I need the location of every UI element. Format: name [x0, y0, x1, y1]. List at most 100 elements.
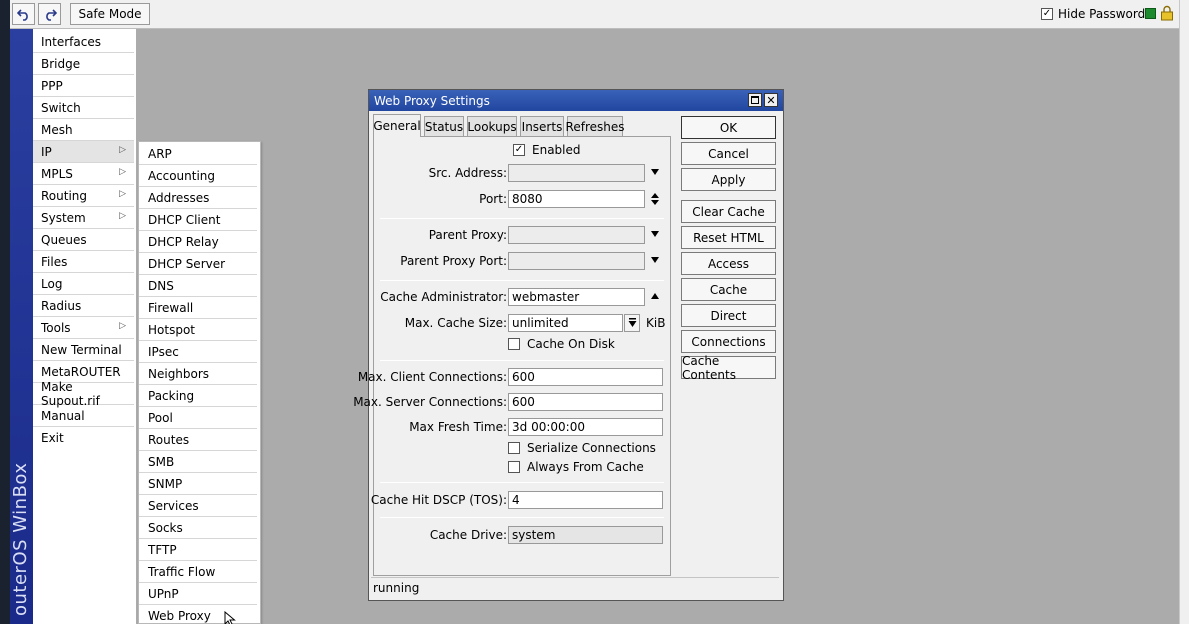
cache-on-disk-checkbox[interactable]: [508, 338, 520, 350]
submenu-item-label: ARP: [148, 146, 172, 161]
menu-item-label: Switch: [41, 100, 81, 115]
max-fresh-time-field[interactable]: 3d 00:00:00: [508, 418, 663, 436]
parent-proxy-port-field[interactable]: [508, 252, 645, 270]
menu-item-exit[interactable]: Exit: [33, 427, 134, 449]
max-cache-size-dropdown[interactable]: [624, 314, 640, 332]
port-field[interactable]: 8080: [508, 190, 645, 208]
cache-administrator-label: Cache Administrator:: [380, 290, 507, 304]
submenu-item-dhcp-relay[interactable]: DHCP Relay: [139, 231, 257, 253]
tab-general[interactable]: General: [373, 114, 421, 137]
clear-cache-button[interactable]: Clear Cache: [681, 200, 776, 223]
cache-button[interactable]: Cache: [681, 278, 776, 301]
apply-button[interactable]: Apply: [681, 168, 776, 191]
submenu-item-upnp[interactable]: UPnP: [139, 583, 257, 605]
dropdown-arrow-icon[interactable]: [651, 257, 659, 263]
menu-item-mpls[interactable]: MPLS ▷: [33, 163, 134, 185]
menu-item-label: New Terminal: [41, 342, 122, 357]
submenu-item-arp[interactable]: ARP: [139, 143, 257, 165]
submenu-item-socks[interactable]: Socks: [139, 517, 257, 539]
submenu-item-dhcp-server[interactable]: DHCP Server: [139, 253, 257, 275]
parent-proxy-field[interactable]: [508, 226, 645, 244]
maximize-button[interactable]: [748, 93, 762, 107]
submenu-item-ipsec[interactable]: IPsec: [139, 341, 257, 363]
dialog-titlebar[interactable]: Web Proxy Settings ✕: [369, 90, 783, 111]
parent-proxy-label: Parent Proxy:: [428, 228, 507, 242]
dropdown-arrow-icon[interactable]: [651, 231, 659, 237]
menu-item-log[interactable]: Log: [33, 273, 134, 295]
menu-item-label: System: [41, 210, 86, 225]
cache-on-disk-toggle[interactable]: Cache On Disk: [508, 337, 615, 351]
submenu-item-routes[interactable]: Routes: [139, 429, 257, 451]
cancel-button[interactable]: Cancel: [681, 142, 776, 165]
cache-hit-dscp-field[interactable]: 4: [508, 491, 663, 509]
menu-item-bridge[interactable]: Bridge: [33, 53, 134, 75]
max-cache-size-field[interactable]: unlimited: [508, 314, 623, 332]
redo-button[interactable]: [38, 3, 61, 25]
safe-mode-button[interactable]: Safe Mode: [70, 3, 150, 25]
collapse-arrow-icon[interactable]: [651, 293, 659, 299]
access-button[interactable]: Access: [681, 252, 776, 275]
src-address-field[interactable]: [508, 164, 645, 182]
enabled-label: Enabled: [532, 143, 581, 157]
menu-item-system[interactable]: System ▷: [33, 207, 134, 229]
hide-passwords-checkbox[interactable]: ✓: [1041, 8, 1053, 20]
menu-item-radius[interactable]: Radius: [33, 295, 134, 317]
submenu-item-snmp[interactable]: SNMP: [139, 473, 257, 495]
parent-proxy-port-row: Parent Proxy Port:: [374, 252, 672, 270]
submenu-item-neighbors[interactable]: Neighbors: [139, 363, 257, 385]
submenu-item-traffic-flow[interactable]: Traffic Flow: [139, 561, 257, 583]
always-from-cache-toggle[interactable]: Always From Cache: [508, 460, 644, 474]
menu-item-files[interactable]: Files: [33, 251, 134, 273]
submenu-item-dns[interactable]: DNS: [139, 275, 257, 297]
menu-item-switch[interactable]: Switch: [33, 97, 134, 119]
menu-item-interfaces[interactable]: Interfaces: [33, 31, 134, 53]
menu-item-manual[interactable]: Manual: [33, 405, 134, 427]
menu-item-label: Manual: [41, 408, 85, 423]
menu-item-mesh[interactable]: Mesh: [33, 119, 134, 141]
submenu-item-firewall[interactable]: Firewall: [139, 297, 257, 319]
submenu-item-packing[interactable]: Packing: [139, 385, 257, 407]
submenu-item-accounting[interactable]: Accounting: [139, 165, 257, 187]
tab-refreshes[interactable]: Refreshes: [566, 116, 624, 136]
max-client-connections-field[interactable]: 600: [508, 368, 663, 386]
max-client-connections-label: Max. Client Connections:: [357, 370, 507, 384]
menu-item-new-terminal[interactable]: New Terminal: [33, 339, 134, 361]
menu-item-tools[interactable]: Tools ▷: [33, 317, 134, 339]
submenu-item-smb[interactable]: SMB: [139, 451, 257, 473]
direct-button[interactable]: Direct: [681, 304, 776, 327]
menu-item-queues[interactable]: Queues: [33, 229, 134, 251]
close-button[interactable]: ✕: [764, 93, 778, 107]
serialize-connections-toggle[interactable]: Serialize Connections: [508, 441, 656, 455]
menu-item-make-supout[interactable]: Make Supout.rif: [33, 380, 134, 408]
submenu-item-tftp[interactable]: TFTP: [139, 539, 257, 561]
hide-passwords-toggle[interactable]: ✓ Hide Passwords: [1041, 7, 1151, 21]
menu-item-ip[interactable]: IP ▷: [33, 141, 134, 163]
serialize-connections-checkbox[interactable]: [508, 442, 520, 454]
submenu-item-dhcp-client[interactable]: DHCP Client: [139, 209, 257, 231]
submenu-item-pool[interactable]: Pool: [139, 407, 257, 429]
dropdown-arrow-icon[interactable]: [651, 169, 659, 175]
tab-inserts[interactable]: Inserts: [520, 116, 564, 136]
tab-status[interactable]: Status: [424, 116, 464, 136]
enabled-toggle[interactable]: ✓ Enabled: [513, 143, 581, 157]
submenu-item-services[interactable]: Services: [139, 495, 257, 517]
spinner-icon[interactable]: [650, 191, 660, 207]
always-from-cache-checkbox[interactable]: [508, 461, 520, 473]
ok-button[interactable]: OK: [681, 116, 776, 139]
tab-lookups[interactable]: Lookups: [467, 116, 517, 136]
menu-item-routing[interactable]: Routing ▷: [33, 185, 134, 207]
max-server-connections-field[interactable]: 600: [508, 393, 663, 411]
cache-contents-button[interactable]: Cache Contents: [681, 354, 776, 382]
submenu-item-hotspot[interactable]: Hotspot: [139, 319, 257, 341]
submenu-item-web-proxy[interactable]: Web Proxy: [139, 605, 257, 624]
cache-hit-dscp-row: Cache Hit DSCP (TOS): 4: [371, 491, 672, 509]
menu-item-ppp[interactable]: PPP: [33, 75, 134, 97]
cache-administrator-field[interactable]: webmaster: [508, 288, 645, 306]
max-fresh-time-label: Max Fresh Time:: [409, 420, 507, 434]
undo-button[interactable]: [12, 3, 35, 25]
enabled-checkbox[interactable]: ✓: [513, 144, 525, 156]
reset-html-button[interactable]: Reset HTML: [681, 226, 776, 249]
submenu-item-addresses[interactable]: Addresses: [139, 187, 257, 209]
submenu-item-label: DHCP Server: [148, 256, 226, 271]
connections-button[interactable]: Connections: [681, 330, 776, 353]
